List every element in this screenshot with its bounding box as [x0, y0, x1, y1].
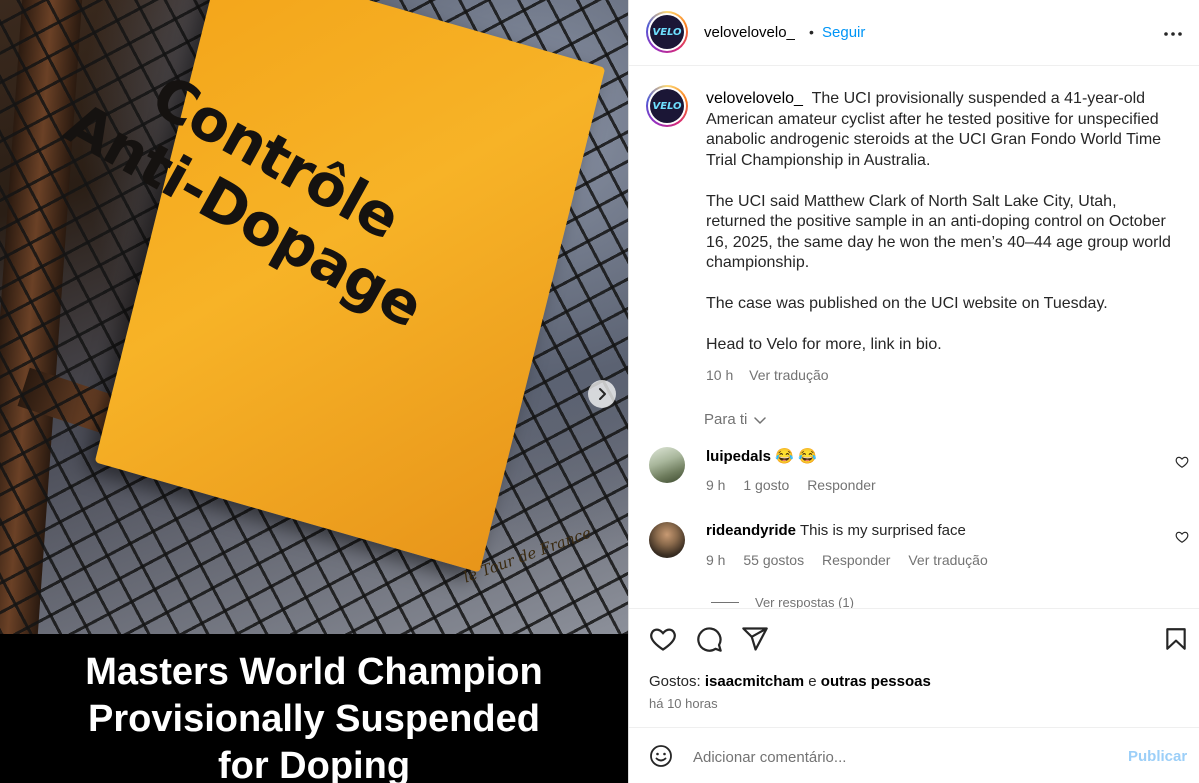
- likes-summary: Gostos: isaacmitcham e outras pessoas: [649, 673, 931, 690]
- carousel-next-button[interactable]: [588, 380, 616, 408]
- chevron-right-icon: [599, 388, 606, 400]
- follow-button[interactable]: Seguir: [822, 24, 865, 41]
- likes-conjunction: e: [808, 673, 817, 690]
- comment-username[interactable]: luipedals: [706, 448, 771, 465]
- view-replies-button[interactable]: Ver respostas (1): [711, 595, 854, 608]
- replies-divider: [711, 602, 739, 603]
- commenter-avatar[interactable]: [649, 522, 685, 558]
- post-headline: Masters World Champion Provisionally Sus…: [0, 634, 628, 783]
- author-avatar[interactable]: VELO: [646, 11, 688, 53]
- likes-prefix: Gostos:: [649, 673, 701, 690]
- publish-button[interactable]: Publicar: [1128, 748, 1187, 765]
- post-header: VELO velovelovelo_ • Seguir: [629, 0, 1199, 66]
- post-media: Contrôle Anti-Dopage le Tour de France M…: [0, 0, 628, 783]
- author-username[interactable]: velovelovelo_: [704, 24, 795, 41]
- share-paper-plane-icon[interactable]: [741, 625, 769, 653]
- comment-input[interactable]: [693, 742, 1113, 772]
- caption-username[interactable]: velovelovelo_: [706, 90, 803, 107]
- sort-for-you-dropdown[interactable]: Para ti: [704, 411, 767, 428]
- caption-paragraph-3: The case was published on the UCI websit…: [706, 295, 1108, 312]
- caption-author-avatar[interactable]: VELO: [646, 85, 688, 127]
- comment-reply-button[interactable]: Responder: [807, 477, 876, 493]
- comment-bubble-icon[interactable]: [695, 625, 723, 653]
- separator-dot: •: [809, 24, 814, 40]
- liked-by-username[interactable]: isaacmitcham: [705, 673, 804, 690]
- post-actions: Gostos: isaacmitcham e outras pessoas há…: [629, 608, 1199, 726]
- comment-text: 😂 😂: [775, 448, 817, 465]
- caption-paragraph-1: velovelovelo_ The UCI provisionally susp…: [706, 89, 1176, 171]
- commenter-avatar[interactable]: [649, 447, 685, 483]
- more-horizontal-icon[interactable]: [1163, 24, 1183, 44]
- comment-meta: 9 h 55 gostos Responder Ver tradução: [706, 552, 1002, 568]
- for-you-label: Para ti: [704, 411, 748, 428]
- comment-like-heart-icon[interactable]: [1175, 455, 1189, 469]
- chevron-down-icon: [754, 416, 767, 424]
- comment-likes-count[interactable]: 55 gostos: [743, 552, 804, 568]
- comment-likes-count[interactable]: 1 gosto: [743, 477, 789, 493]
- post-caption: velovelovelo_ The UCI provisionally susp…: [706, 89, 1176, 376]
- likes-others-link[interactable]: outras pessoas: [821, 673, 931, 690]
- headline-line-3: for Doping: [217, 745, 411, 783]
- like-heart-icon[interactable]: [649, 625, 677, 653]
- caption-paragraph-4: Head to Velo for more, link in bio.: [706, 336, 942, 353]
- post-side-panel: VELO velovelovelo_ • Seguir VELO velovel…: [628, 0, 1199, 783]
- add-comment-bar: Publicar: [629, 727, 1199, 783]
- avatar-logo-text: VELO: [650, 15, 684, 49]
- headline-line-1: Masters World Champion: [85, 651, 543, 693]
- comment-username[interactable]: rideandyride: [706, 522, 796, 539]
- comment-reply-button[interactable]: Responder: [822, 552, 891, 568]
- comments-section[interactable]: VELO velovelovelo_ The UCI provisionally…: [629, 67, 1199, 608]
- caption-time: 10 h: [706, 367, 734, 383]
- caption-translate-link[interactable]: Ver tradução: [749, 367, 828, 383]
- comment-body: rideandyride This is my surprised face: [706, 522, 1146, 539]
- save-bookmark-icon[interactable]: [1163, 625, 1189, 653]
- post-timestamp: há 10 horas: [649, 696, 718, 711]
- headline-line-2: Provisionally Suspended: [88, 698, 540, 740]
- comment-like-heart-icon[interactable]: [1175, 530, 1189, 544]
- emoji-smiley-icon[interactable]: [649, 744, 673, 768]
- comment-time: 9 h: [706, 552, 726, 568]
- comment-translate-link[interactable]: Ver tradução: [908, 552, 987, 568]
- caption-paragraph-2: The UCI said Matthew Clark of North Salt…: [706, 192, 1171, 272]
- post-photo: Contrôle Anti-Dopage le Tour de France: [0, 0, 628, 634]
- comment-meta: 9 h 1 gosto Responder: [706, 477, 890, 493]
- avatar-logo-text: VELO: [650, 89, 684, 123]
- comment-text: This is my surprised face: [799, 522, 966, 539]
- caption-meta: 10 h Ver tradução: [706, 367, 841, 383]
- comment-time: 9 h: [706, 477, 726, 493]
- comment-body: luipedals 😂 😂: [706, 447, 1146, 465]
- view-replies-label: Ver respostas (1): [755, 595, 854, 608]
